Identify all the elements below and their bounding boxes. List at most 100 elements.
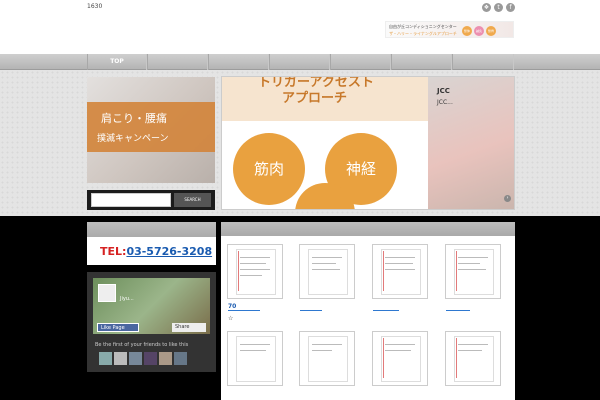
post-thumbnail[interactable] xyxy=(227,331,283,386)
document-preview xyxy=(454,249,494,295)
twitter-icon[interactable]: t xyxy=(494,3,503,12)
post-title-underline xyxy=(373,310,399,311)
doc-text-line xyxy=(240,269,270,270)
fb-face-avatar[interactable] xyxy=(159,352,172,365)
doc-margin-line xyxy=(383,338,384,378)
post-title-underline xyxy=(446,310,470,311)
campaign-subtitle: 撲滅キャンペーン xyxy=(97,134,169,144)
post-thumbnail[interactable] xyxy=(299,331,355,386)
doc-text-line xyxy=(458,269,486,270)
search-box: SEARCH xyxy=(87,190,215,210)
doc-margin-line xyxy=(456,251,457,291)
logo-badge: 鍼灸 xyxy=(474,26,484,36)
document-preview xyxy=(381,336,421,382)
post-thumbnail[interactable] xyxy=(299,244,355,299)
document-preview xyxy=(454,336,494,382)
search-input[interactable] xyxy=(91,193,171,207)
doc-margin-line xyxy=(383,251,384,291)
nav-segment[interactable] xyxy=(147,54,208,70)
doc-text-line xyxy=(240,350,266,351)
facebook-icon[interactable]: f xyxy=(506,3,515,12)
doc-text-line xyxy=(240,275,262,276)
doc-text-line xyxy=(312,263,336,264)
doc-text-line xyxy=(458,263,480,264)
post-title-underline xyxy=(300,310,322,311)
rss-icon[interactable]: ❖ xyxy=(482,3,491,12)
slide-heading-band: トリガーアクセスト アプローチ xyxy=(222,77,428,121)
doc-text-line xyxy=(458,350,482,351)
campaign-title: 肩こり・腰痛 xyxy=(101,112,167,125)
post-title-underline xyxy=(228,310,260,311)
fb-face-avatar[interactable] xyxy=(129,352,142,365)
doc-text-line xyxy=(385,344,415,345)
site-id: 1630 xyxy=(87,3,103,10)
doc-text-line xyxy=(385,269,415,270)
tel-line: TEL:03-5726-3208 xyxy=(100,245,212,258)
slide-heading: アプローチ xyxy=(282,91,348,106)
image-slider[interactable]: トリガーアクセスト アプローチ 筋肉 神経 JCC JCC... › xyxy=(221,76,515,210)
doc-text-line xyxy=(458,344,488,345)
nav-segment[interactable] xyxy=(391,54,452,70)
doc-text-line xyxy=(458,257,488,258)
document-preview xyxy=(236,336,276,382)
site-logo[interactable]: 自由が丘コンディショニングセンター ザ・ハリー・ライナングルアプローチ 整体 鍼… xyxy=(385,21,514,38)
post-thumbnail[interactable] xyxy=(445,244,501,299)
fb-faces xyxy=(99,350,189,369)
doc-margin-line xyxy=(238,251,239,291)
fb-face-avatar[interactable] xyxy=(144,352,157,365)
post-thumbnail[interactable] xyxy=(227,244,283,299)
slide-caption: JCC JCC... xyxy=(437,87,453,106)
main-nav: TOP xyxy=(0,54,600,70)
doc-text-line xyxy=(240,257,270,258)
document-preview xyxy=(308,336,348,382)
doc-text-line xyxy=(312,257,342,258)
posts-header xyxy=(221,222,515,236)
nav-item-top[interactable]: TOP xyxy=(87,54,147,70)
logo-line1: 自由が丘コンディショニングセンター xyxy=(389,24,457,29)
doc-text-line xyxy=(312,269,340,270)
fb-face-avatar[interactable] xyxy=(114,352,127,365)
slide-circle: 筋肉 xyxy=(233,133,305,205)
post-thumbnail[interactable] xyxy=(372,244,428,299)
fb-page-name[interactable]: Jiyu... xyxy=(120,296,134,302)
doc-text-line xyxy=(385,350,411,351)
facebook-widget: Jiyu... Like Page Share Be the first of … xyxy=(87,272,216,372)
doc-text-line xyxy=(385,257,415,258)
post-thumbnail[interactable] xyxy=(372,331,428,386)
sidebar-box-header xyxy=(87,222,216,238)
doc-text-line xyxy=(240,344,270,345)
fb-like-button[interactable]: Like Page xyxy=(97,323,139,332)
nav-segment[interactable] xyxy=(208,54,269,70)
fb-friends-text: Be the first of your friends to like thi… xyxy=(95,342,189,348)
logo-line2: ザ・ハリー・ライナングルアプローチ xyxy=(389,31,457,36)
doc-text-line xyxy=(385,263,413,264)
post-title-link[interactable]: 70 xyxy=(228,303,236,310)
fb-face-avatar[interactable] xyxy=(174,352,187,365)
fb-share-button[interactable]: Share xyxy=(172,323,206,332)
document-preview xyxy=(381,249,421,295)
logo-badge: 整骨 xyxy=(486,26,496,36)
search-button[interactable]: SEARCH xyxy=(174,193,211,207)
document-preview xyxy=(236,249,276,295)
post-thumbnail[interactable] xyxy=(445,331,501,386)
doc-text-line xyxy=(312,344,342,345)
post-meta: ☆ xyxy=(228,315,234,322)
fb-page-avatar[interactable] xyxy=(98,284,116,302)
nav-segment[interactable] xyxy=(269,54,330,70)
doc-margin-line xyxy=(456,338,457,378)
fb-face-avatar[interactable] xyxy=(99,352,112,365)
logo-badge: 整体 xyxy=(462,26,472,36)
nav-segment[interactable] xyxy=(330,54,391,70)
fb-cover-image: Jiyu... Like Page Share xyxy=(93,278,210,334)
document-preview xyxy=(308,249,348,295)
doc-text-line xyxy=(312,350,332,351)
tel-prefix: TEL: xyxy=(100,245,127,258)
campaign-banner[interactable]: 肩こり・腰痛 撲滅キャンペーン xyxy=(87,77,215,183)
doc-text-line xyxy=(240,263,266,264)
caption-title: JCC xyxy=(437,87,450,95)
nav-segment[interactable] xyxy=(452,54,514,70)
tel-box: TEL:03-5726-3208 xyxy=(87,237,216,265)
slider-next-icon[interactable]: › xyxy=(504,195,511,202)
caption-text: JCC... xyxy=(437,99,453,106)
tel-number-link[interactable]: 03-5726-3208 xyxy=(126,245,212,258)
